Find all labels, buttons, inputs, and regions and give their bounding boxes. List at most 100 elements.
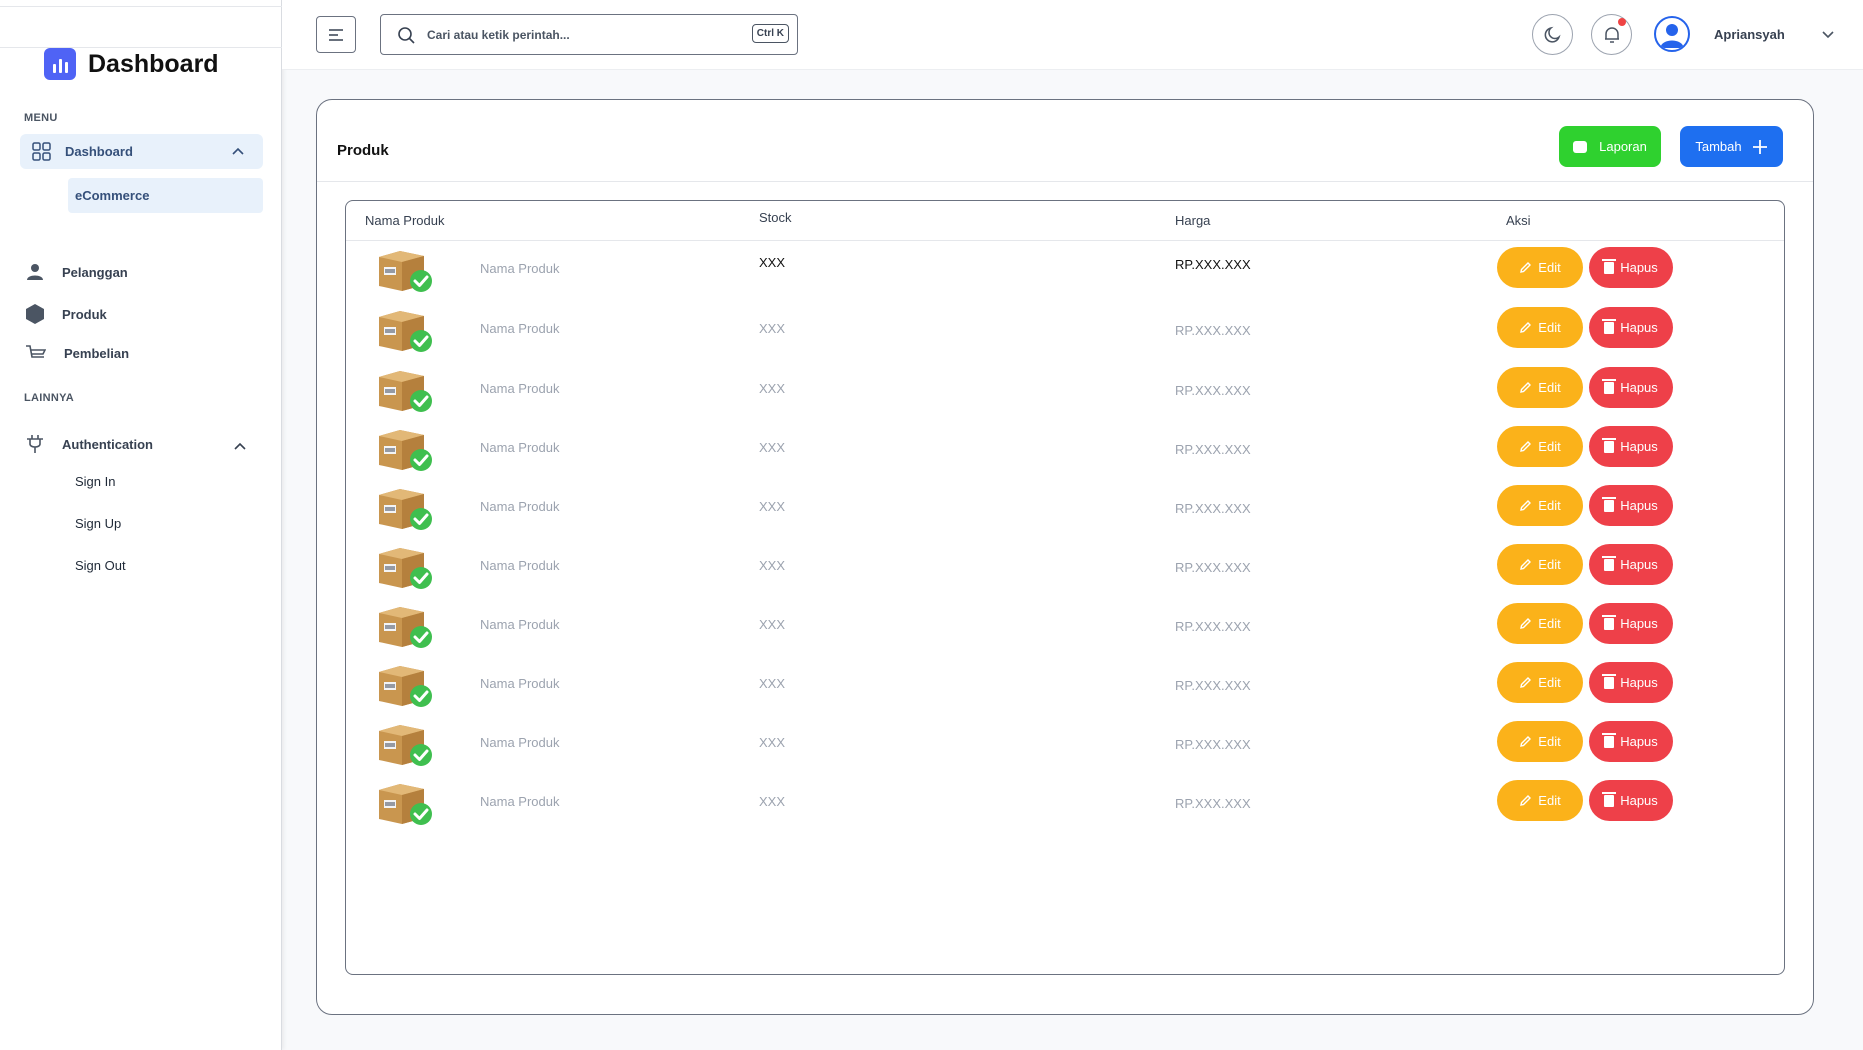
add-button-label: Tambah xyxy=(1695,139,1742,154)
edit-button[interactable]: Edit xyxy=(1497,603,1583,644)
edit-button[interactable]: Edit xyxy=(1497,367,1583,408)
trash-icon xyxy=(1602,437,1617,453)
edit-button[interactable]: Edit xyxy=(1497,780,1583,821)
edit-button[interactable]: Edit xyxy=(1497,426,1583,467)
delete-button-label: Hapus xyxy=(1620,616,1658,631)
header-stock: Stock xyxy=(759,210,792,225)
chevron-up-icon[interactable] xyxy=(233,439,247,453)
top-bar: Ctrl K Apriansyah xyxy=(282,0,1863,70)
delete-button[interactable]: Hapus xyxy=(1589,780,1673,821)
delete-button-label: Hapus xyxy=(1620,439,1658,454)
divider xyxy=(317,181,1813,182)
add-button[interactable]: Tambah xyxy=(1680,126,1783,167)
delete-button-label: Hapus xyxy=(1620,320,1658,335)
notification-button[interactable] xyxy=(1591,14,1632,55)
delete-button[interactable]: Hapus xyxy=(1589,721,1673,762)
chevron-down-icon[interactable] xyxy=(1821,30,1835,40)
sidebar-item-dashboard[interactable]: Dashboard xyxy=(20,134,263,169)
table-row: Nama Produk XXX RP.XXX.XXX Edit Hapus xyxy=(346,774,1784,844)
package-icon xyxy=(379,430,432,471)
search-icon xyxy=(398,26,415,44)
sidebar-item-produk[interactable]: Produk xyxy=(26,304,107,324)
user-name[interactable]: Apriansyah xyxy=(1714,27,1785,42)
sidebar: Dashboard MENU Dashboard eCommerce Pelan… xyxy=(0,0,282,1050)
delete-button-label: Hapus xyxy=(1620,380,1658,395)
delete-button[interactable]: Hapus xyxy=(1589,662,1673,703)
plus-icon xyxy=(1752,139,1767,154)
sidebar-subitem-sign-up[interactable]: Sign Up xyxy=(75,516,121,531)
delete-button-label: Hapus xyxy=(1620,498,1658,513)
product-stock: XXX xyxy=(759,381,786,396)
package-icon xyxy=(379,548,432,589)
app-title: Dashboard xyxy=(88,49,219,78)
report-button[interactable]: Laporan xyxy=(1559,126,1661,167)
product-name: Nama Produk xyxy=(480,794,560,809)
edit-button[interactable]: Edit xyxy=(1497,662,1583,703)
trash-icon xyxy=(1602,555,1617,571)
package-icon xyxy=(379,489,432,530)
brand[interactable]: Dashboard xyxy=(44,48,219,80)
product-stock: XXX xyxy=(759,255,786,270)
product-name: Nama Produk xyxy=(480,735,560,750)
sidebar-subitem-ecommerce[interactable]: eCommerce xyxy=(68,178,263,213)
package-icon xyxy=(379,784,432,825)
delete-button[interactable]: Hapus xyxy=(1589,307,1673,348)
theme-toggle-button[interactable] xyxy=(1532,14,1573,55)
trash-icon xyxy=(1602,378,1617,394)
product-name: Nama Produk xyxy=(480,676,560,691)
delete-button[interactable]: Hapus xyxy=(1589,603,1673,644)
sidebar-item-pembelian[interactable]: Pembelian xyxy=(26,345,129,361)
sidebar-item-label: Dashboard xyxy=(65,144,133,159)
trash-icon xyxy=(1602,673,1617,689)
report-button-label: Laporan xyxy=(1599,139,1647,154)
trash-icon xyxy=(1602,258,1617,274)
edit-button[interactable]: Edit xyxy=(1497,485,1583,526)
delete-button[interactable]: Hapus xyxy=(1589,247,1673,288)
logo-icon xyxy=(44,48,76,80)
pencil-icon xyxy=(1520,441,1532,452)
sidebar-subitem-sign-in[interactable]: Sign In xyxy=(75,474,115,489)
cart-icon xyxy=(26,345,46,358)
pencil-icon xyxy=(1520,618,1532,629)
product-price: RP.XXX.XXX xyxy=(1175,383,1251,398)
product-name: Nama Produk xyxy=(480,321,560,336)
product-price: RP.XXX.XXX xyxy=(1175,737,1251,752)
edit-button[interactable]: Edit xyxy=(1497,247,1583,288)
edit-button[interactable]: Edit xyxy=(1497,544,1583,585)
pencil-icon xyxy=(1520,677,1532,688)
sidebar-toggle-button[interactable] xyxy=(316,16,356,53)
sidebar-item-label: Pelanggan xyxy=(62,264,128,280)
search-input[interactable] xyxy=(427,27,727,42)
delete-button[interactable]: Hapus xyxy=(1589,426,1673,467)
edit-button-label: Edit xyxy=(1538,439,1561,454)
product-price: RP.XXX.XXX xyxy=(1175,501,1251,516)
search-box[interactable]: Ctrl K xyxy=(380,14,798,55)
delete-button-label: Hapus xyxy=(1620,793,1658,808)
trash-icon xyxy=(1602,318,1617,334)
trash-icon xyxy=(1602,791,1617,807)
edit-button-label: Edit xyxy=(1538,260,1561,275)
sidebar-subitem-sign-out[interactable]: Sign Out xyxy=(75,558,126,573)
avatar[interactable] xyxy=(1654,16,1690,52)
user-icon xyxy=(27,264,43,280)
edit-button-label: Edit xyxy=(1538,320,1561,335)
other-section-label: LAINNYA xyxy=(24,392,74,404)
sidebar-item-authentication[interactable]: Authentication xyxy=(26,434,153,454)
delete-button[interactable]: Hapus xyxy=(1589,485,1673,526)
sidebar-item-pelanggan[interactable]: Pelanggan xyxy=(26,263,128,281)
package-icon xyxy=(379,607,432,648)
bell-icon xyxy=(1604,26,1619,43)
product-card: Produk Laporan Tambah Nama Produk Stock … xyxy=(316,99,1814,1015)
menu-icon xyxy=(329,28,343,41)
edit-button-label: Edit xyxy=(1538,498,1561,513)
edit-button[interactable]: Edit xyxy=(1497,721,1583,762)
edit-button-label: Edit xyxy=(1538,557,1561,572)
delete-button[interactable]: Hapus xyxy=(1589,544,1673,585)
menu-section-label: MENU xyxy=(24,112,58,124)
delete-button[interactable]: Hapus xyxy=(1589,367,1673,408)
report-icon xyxy=(1573,140,1588,153)
grid-icon xyxy=(32,142,51,161)
header-action: Aksi xyxy=(1506,213,1531,228)
pencil-icon xyxy=(1520,500,1532,511)
edit-button[interactable]: Edit xyxy=(1497,307,1583,348)
